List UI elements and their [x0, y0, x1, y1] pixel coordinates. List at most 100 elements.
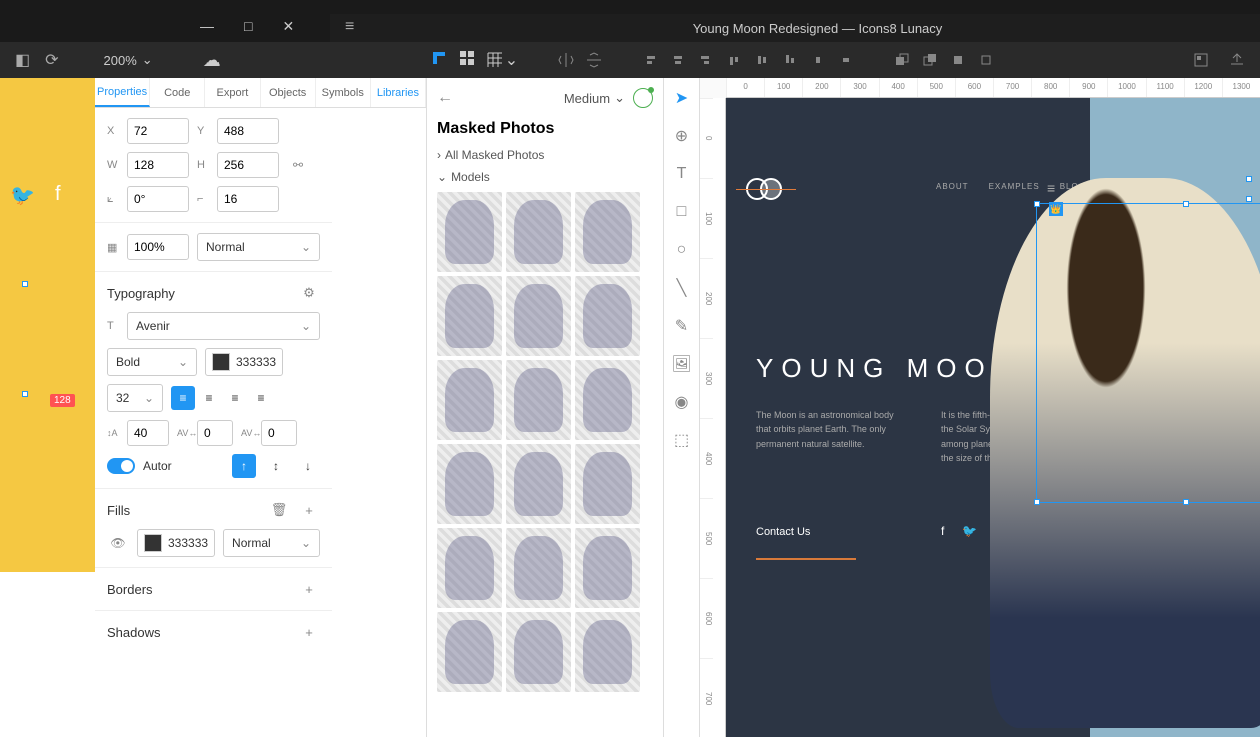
add-border-icon[interactable]: +	[298, 578, 320, 600]
select-tool-icon[interactable]: ➤	[672, 88, 692, 108]
selection-handle[interactable]	[1246, 176, 1252, 182]
user-avatar-icon[interactable]	[633, 88, 653, 108]
line-height-input[interactable]	[127, 420, 169, 446]
library-thumbnail[interactable]	[575, 360, 640, 440]
rectangle-tool-icon[interactable]: □	[672, 202, 692, 222]
font-color-picker[interactable]: 333333	[205, 348, 283, 376]
image-tool-icon[interactable]: 🖼	[672, 354, 692, 374]
flip-vertical-icon[interactable]	[586, 52, 602, 68]
rotation-input[interactable]	[127, 186, 189, 212]
auto-toggle[interactable]	[107, 458, 135, 474]
sidebar-toggle-icon[interactable]: ◧	[15, 50, 30, 70]
library-category-models[interactable]: ⌄Models	[437, 170, 653, 184]
link-dimensions-icon[interactable]: ⚯	[287, 154, 309, 176]
align-bottom-icon[interactable]	[782, 52, 798, 68]
opacity-input[interactable]	[127, 234, 189, 260]
library-thumbnail[interactable]	[575, 444, 640, 524]
library-thumbnail[interactable]	[506, 192, 571, 272]
selection-handle[interactable]	[22, 281, 28, 287]
font-size-dropdown[interactable]: 32	[107, 384, 163, 412]
paragraph-spacing-input[interactable]	[261, 420, 297, 446]
sync-icon[interactable]: ⟳	[45, 50, 58, 70]
send-backward-icon[interactable]	[922, 52, 938, 68]
selection-handle[interactable]	[1034, 499, 1040, 505]
fill-blend-dropdown[interactable]: Normal	[223, 529, 320, 557]
bring-front-icon[interactable]	[950, 52, 966, 68]
w-input[interactable]	[127, 152, 189, 178]
h-input[interactable]	[217, 152, 279, 178]
rulers-icon[interactable]	[431, 50, 447, 66]
add-fill-icon[interactable]: +	[298, 499, 320, 521]
delete-fill-icon[interactable]: 🗑	[268, 499, 290, 521]
line-tool-icon[interactable]: ╲	[672, 278, 692, 298]
fill-visibility-icon[interactable]: 👁	[107, 532, 129, 554]
vertical-align-middle-button[interactable]: ↕	[264, 454, 288, 478]
export-icon[interactable]	[1229, 52, 1245, 68]
tab-libraries[interactable]: Libraries	[371, 78, 426, 107]
font-family-dropdown[interactable]: Avenir	[127, 312, 320, 340]
align-top-icon[interactable]	[726, 52, 742, 68]
tab-code[interactable]: Code	[150, 78, 205, 107]
maximize-button[interactable]: □	[244, 18, 252, 35]
artboard-tool-icon[interactable]: ⬚	[672, 430, 692, 450]
library-thumbnail[interactable]	[575, 612, 640, 692]
zoom-tool-icon[interactable]: ⊕	[672, 126, 692, 146]
library-thumbnail[interactable]	[437, 444, 502, 524]
ellipse-tool-icon[interactable]: ○	[672, 240, 692, 260]
align-right-icon[interactable]	[698, 52, 714, 68]
text-align-left-button[interactable]: ≡	[171, 386, 195, 410]
selection-box[interactable]: 👑	[1036, 203, 1260, 503]
selection-handle[interactable]	[22, 391, 28, 397]
selection-handle[interactable]	[1183, 499, 1189, 505]
library-thumbnail[interactable]	[575, 276, 640, 356]
selection-handle[interactable]	[1183, 201, 1189, 207]
flip-horizontal-icon[interactable]	[558, 52, 574, 68]
font-weight-dropdown[interactable]: Bold	[107, 348, 197, 376]
x-input[interactable]	[127, 118, 189, 144]
library-back-icon[interactable]: ←	[437, 89, 453, 107]
library-thumbnail[interactable]	[437, 192, 502, 272]
artboard[interactable]: ABOUT EXAMPLES BLOG ≡ YOUNG MOON The Moo…	[726, 98, 1260, 737]
avatar-tool-icon[interactable]: ◉	[672, 392, 692, 412]
library-thumbnail[interactable]	[506, 528, 571, 608]
library-category-all[interactable]: ›All Masked Photos	[437, 148, 653, 162]
text-align-center-button[interactable]: ≡	[197, 386, 221, 410]
letter-spacing-input[interactable]	[197, 420, 233, 446]
library-thumbnail[interactable]	[575, 192, 640, 272]
fill-color-picker[interactable]: 333333	[137, 529, 215, 557]
tab-export[interactable]: Export	[205, 78, 260, 107]
library-thumbnail[interactable]	[506, 612, 571, 692]
library-thumbnail[interactable]	[506, 276, 571, 356]
grid-dropdown[interactable]: ⌄	[487, 50, 518, 70]
grid-layout-icon[interactable]	[459, 50, 475, 66]
typography-settings-icon[interactable]: ⚙	[298, 282, 320, 304]
distribute-v-icon[interactable]	[838, 52, 854, 68]
text-tool-icon[interactable]: T	[672, 164, 692, 184]
tab-objects[interactable]: Objects	[261, 78, 316, 107]
y-input[interactable]	[217, 118, 279, 144]
library-thumbnail[interactable]	[437, 612, 502, 692]
tab-symbols[interactable]: Symbols	[316, 78, 371, 107]
align-center-v-icon[interactable]	[754, 52, 770, 68]
canvas[interactable]: 0100200300400500600700800900100011001200…	[700, 78, 1260, 737]
library-thumbnail[interactable]	[437, 528, 502, 608]
selection-handle[interactable]	[1034, 201, 1040, 207]
vertical-align-bottom-button[interactable]: ↓	[296, 454, 320, 478]
selection-handle[interactable]	[1246, 196, 1252, 202]
text-align-right-button[interactable]: ≡	[223, 386, 247, 410]
library-thumbnail[interactable]	[506, 444, 571, 524]
library-thumbnail[interactable]	[437, 360, 502, 440]
distribute-h-icon[interactable]	[810, 52, 826, 68]
library-thumbnail[interactable]	[575, 528, 640, 608]
align-center-h-icon[interactable]	[670, 52, 686, 68]
add-shadow-icon[interactable]: +	[298, 621, 320, 643]
tab-properties[interactable]: Properties	[95, 78, 150, 107]
library-thumbnail[interactable]	[437, 276, 502, 356]
text-align-justify-button[interactable]: ≡	[249, 386, 273, 410]
library-size-dropdown[interactable]: Medium⌄	[564, 90, 625, 106]
corner-input[interactable]	[217, 186, 279, 212]
minimize-button[interactable]: —	[200, 18, 214, 35]
bring-forward-icon[interactable]	[894, 52, 910, 68]
cloud-upload-icon[interactable]: ☁	[203, 50, 221, 71]
align-left-icon[interactable]	[642, 52, 658, 68]
